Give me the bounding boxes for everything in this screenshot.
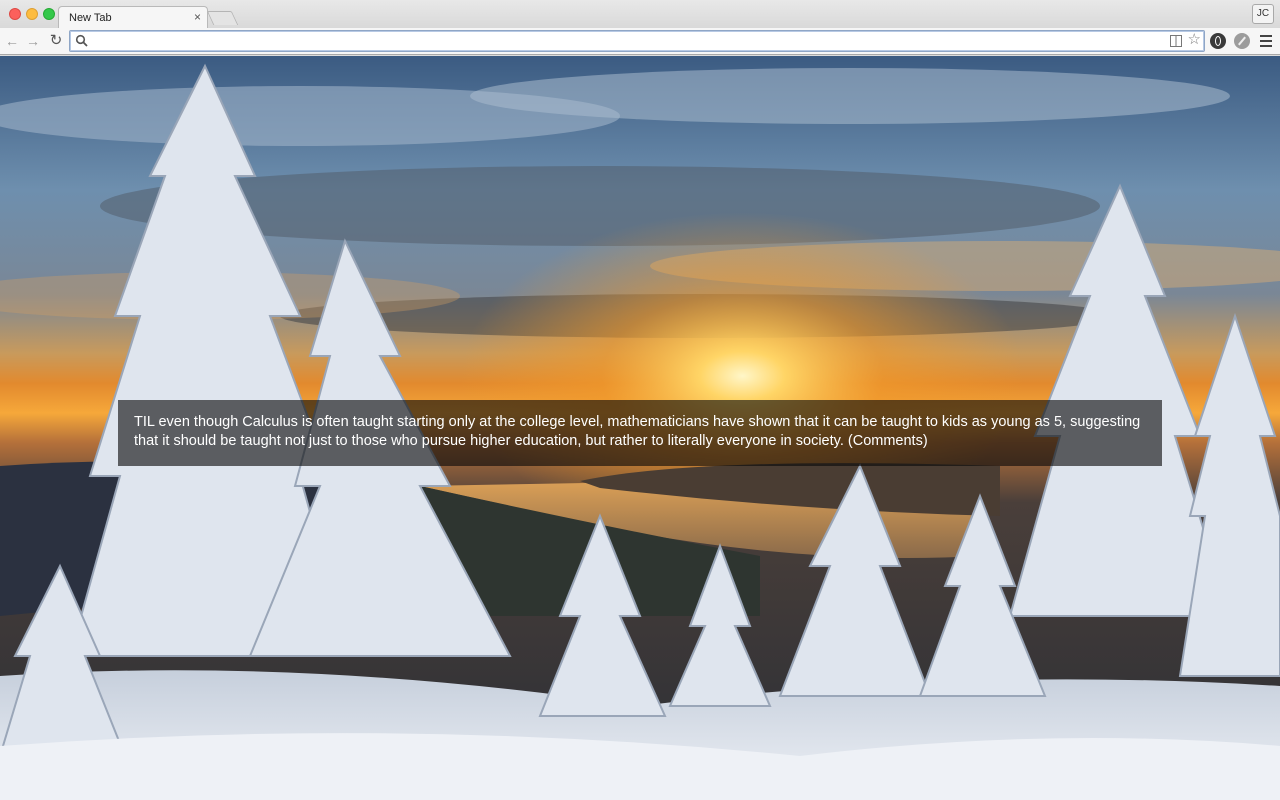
tab-new-tab[interactable]: New Tab × bbox=[58, 6, 208, 29]
address-input[interactable] bbox=[94, 33, 1164, 49]
reader-mode-icon[interactable] bbox=[1170, 35, 1182, 47]
arrow-left-icon[interactable]: ← bbox=[3, 32, 21, 50]
arrow-right-icon[interactable]: → bbox=[24, 32, 42, 50]
hamburger-menu-icon[interactable] bbox=[1260, 35, 1272, 47]
new-tab-button[interactable] bbox=[206, 11, 239, 25]
star-icon[interactable]: ☆ bbox=[1188, 32, 1201, 48]
fact-caption: TIL even though Calculus is often taught… bbox=[118, 400, 1162, 466]
new-tab-page: TIL even though Calculus is often taught… bbox=[0, 56, 1280, 800]
window-close-button[interactable] bbox=[9, 8, 21, 20]
search-icon bbox=[75, 34, 88, 47]
window-minimize-button[interactable] bbox=[26, 8, 38, 20]
profile-button[interactable]: JC bbox=[1252, 4, 1274, 24]
address-bar[interactable]: ☆ bbox=[69, 30, 1205, 52]
compass-extension-icon[interactable] bbox=[1234, 33, 1250, 49]
title-bar: New Tab × JC bbox=[0, 0, 1280, 29]
comments-link[interactable]: (Comments) bbox=[848, 433, 928, 449]
fact-text: TIL even though Calculus is often taught… bbox=[134, 414, 1141, 449]
tab-close-icon[interactable]: × bbox=[194, 10, 201, 24]
reload-icon[interactable]: ↻ bbox=[47, 32, 65, 50]
opera-extension-icon[interactable] bbox=[1210, 33, 1226, 49]
tab-title: New Tab bbox=[69, 12, 112, 24]
window-maximize-button[interactable] bbox=[43, 8, 55, 20]
browser-toolbar: ← → ↻ ☆ bbox=[0, 28, 1280, 55]
